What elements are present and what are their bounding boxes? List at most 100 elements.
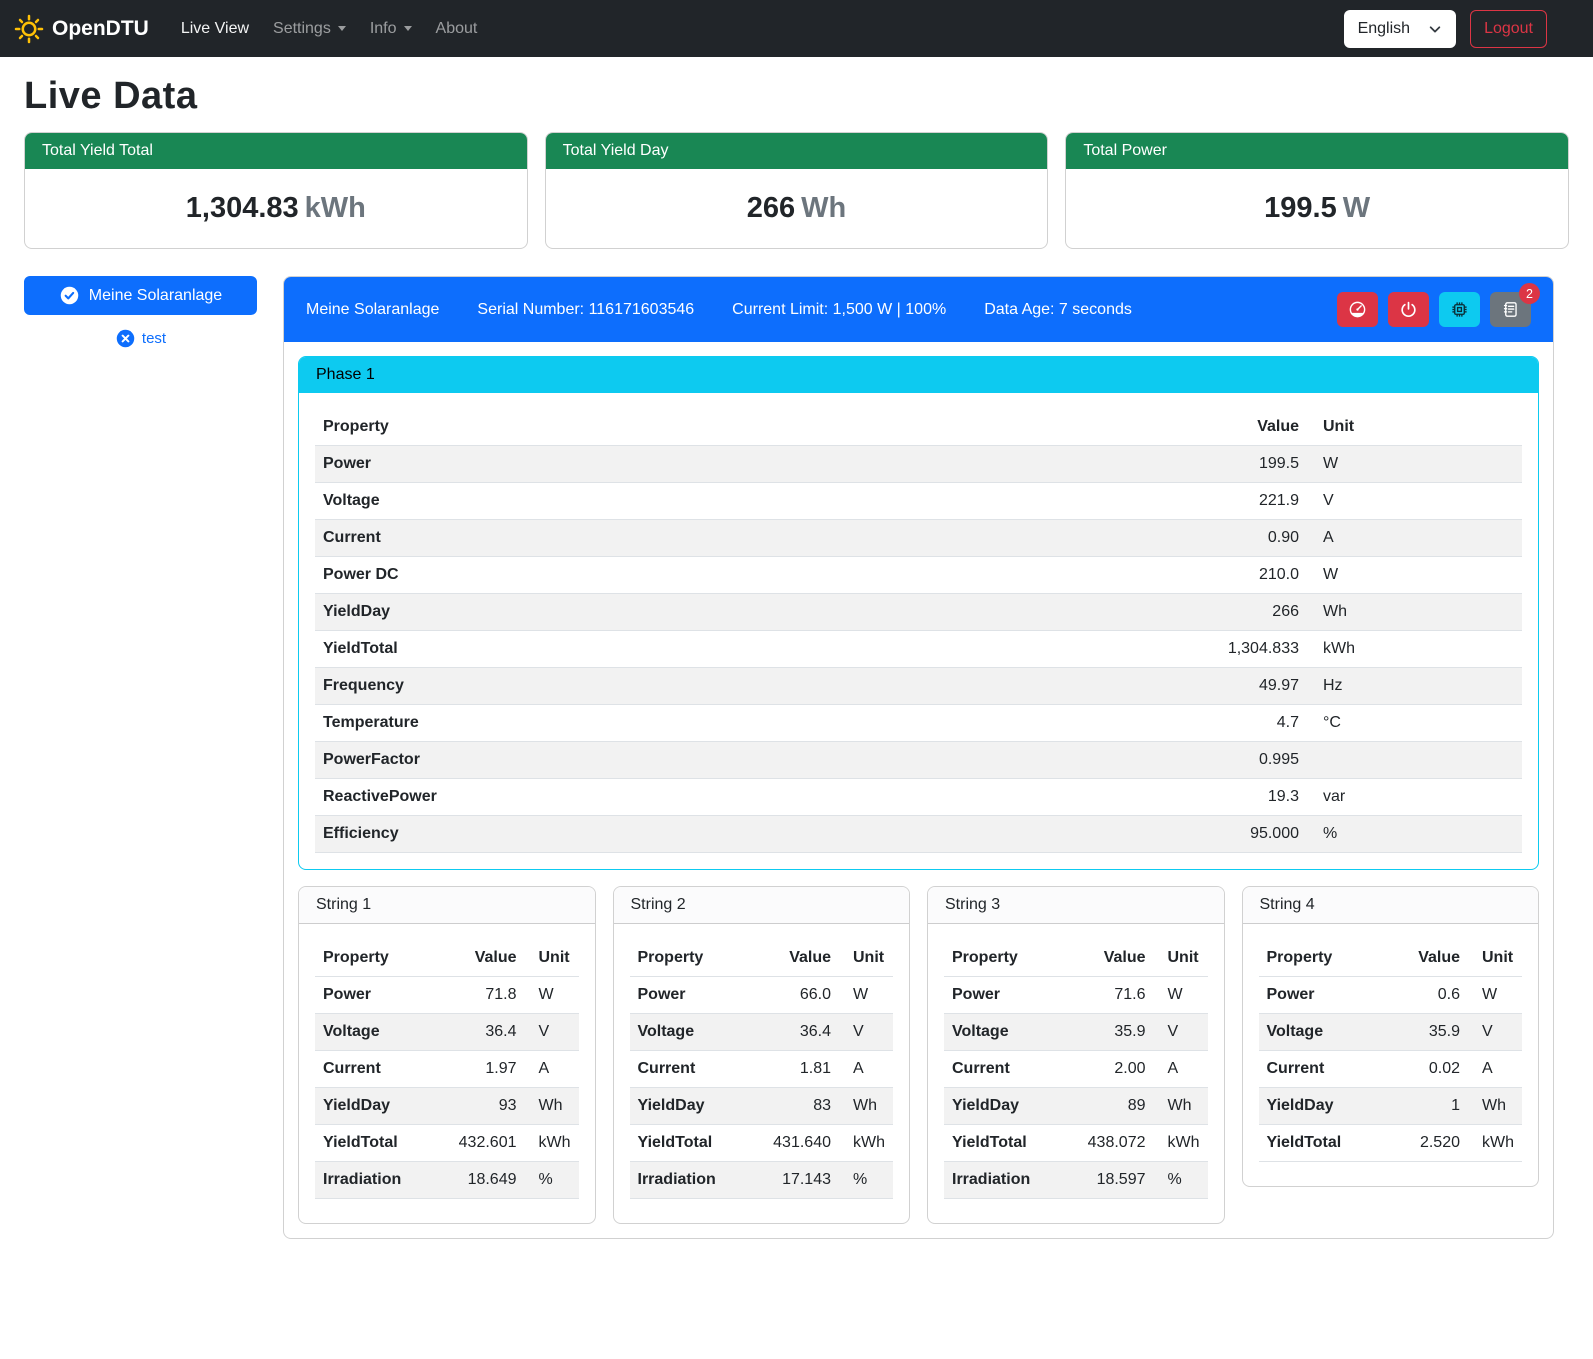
- property-cell: Current: [630, 1051, 754, 1088]
- value-cell: 35.9: [1382, 1014, 1468, 1051]
- column-property: Property: [1259, 940, 1383, 977]
- unit-cell: Wh: [1154, 1088, 1208, 1125]
- table-header-row: Property Value Unit: [315, 940, 579, 977]
- limit-settings-button[interactable]: [1337, 292, 1378, 327]
- journal-text-icon: [1501, 300, 1520, 319]
- value-cell: 17.143: [753, 1162, 839, 1199]
- string-panel-title: String 4: [1243, 887, 1539, 924]
- card-value: 1,304.83: [186, 192, 299, 224]
- unit-cell: W: [1307, 557, 1522, 594]
- value-cell: 66.0: [753, 977, 839, 1014]
- inverter-panel: Meine Solaranlage Serial Number: 1161716…: [283, 276, 1554, 1239]
- table-row: Power DC210.0W: [315, 557, 1522, 594]
- property-cell: Temperature: [315, 705, 1187, 742]
- nav-item-live-view[interactable]: Live View: [173, 12, 257, 46]
- table-row: Frequency49.97Hz: [315, 668, 1522, 705]
- nav-item-info[interactable]: Info: [362, 12, 420, 46]
- unit-cell: W: [1307, 446, 1522, 483]
- property-cell: Voltage: [944, 1014, 1068, 1051]
- property-cell: Power: [315, 446, 1187, 483]
- unit-cell: Wh: [839, 1088, 893, 1125]
- string-table: Property Value Unit Power71.6WVoltage35.…: [944, 940, 1208, 1199]
- nav-item-settings[interactable]: Settings: [265, 12, 354, 46]
- phase-panel-title: Phase 1: [299, 357, 1538, 393]
- table-row: Power71.6W: [944, 977, 1208, 1014]
- table-row: Power71.8W: [315, 977, 579, 1014]
- language-select[interactable]: English: [1344, 10, 1456, 48]
- table-header-row: Property Value Unit: [315, 409, 1522, 446]
- inverter-panel-header: Meine Solaranlage Serial Number: 1161716…: [284, 277, 1553, 342]
- x-circle-icon: [115, 328, 136, 349]
- value-cell: 18.597: [1068, 1162, 1154, 1199]
- phase-table: Property Value Unit Power199.5WVoltage22…: [315, 409, 1522, 853]
- value-cell: 36.4: [753, 1014, 839, 1051]
- device-info-button[interactable]: [1439, 292, 1480, 327]
- property-cell: ReactivePower: [315, 779, 1187, 816]
- table-row: Voltage35.9V: [944, 1014, 1208, 1051]
- value-cell: 438.072: [1068, 1125, 1154, 1162]
- column-property: Property: [630, 940, 754, 977]
- property-cell: Irradiation: [630, 1162, 754, 1199]
- brand-label: OpenDTU: [52, 17, 149, 41]
- table-header-row: Property Value Unit: [1259, 940, 1523, 977]
- string-table: Property Value Unit Power71.8WVoltage36.…: [315, 940, 579, 1199]
- value-cell: 35.9: [1068, 1014, 1154, 1051]
- property-cell: Voltage: [315, 483, 1187, 520]
- card-unit: kWh: [305, 192, 366, 224]
- unit-cell: Wh: [1307, 594, 1522, 631]
- table-row: YieldTotal2.520kWh: [1259, 1125, 1523, 1162]
- table-row: Efficiency95.000%: [315, 816, 1522, 853]
- logout-button[interactable]: Logout: [1470, 10, 1547, 48]
- unit-cell: var: [1307, 779, 1522, 816]
- unit-cell: W: [525, 977, 579, 1014]
- table-row: Current0.02A: [1259, 1051, 1523, 1088]
- unit-cell: Wh: [525, 1088, 579, 1125]
- inverter-selected-button[interactable]: Meine Solaranlage: [24, 276, 257, 315]
- power-button[interactable]: [1388, 292, 1429, 327]
- table-row: YieldTotal432.601kWh: [315, 1125, 579, 1162]
- value-cell: 71.8: [439, 977, 525, 1014]
- brand[interactable]: OpenDTU: [14, 14, 149, 44]
- cpu-icon: [1450, 300, 1469, 319]
- inverter-other-item[interactable]: test: [24, 328, 257, 349]
- inverter-data-age: Data Age: 7 seconds: [984, 301, 1132, 319]
- card-title: Total Power: [1066, 133, 1568, 169]
- unit-cell: [1307, 742, 1522, 779]
- card-value-row: 199.5W: [1066, 169, 1568, 248]
- value-cell: 0.90: [1187, 520, 1307, 557]
- property-cell: Power: [315, 977, 439, 1014]
- event-log-button[interactable]: 2: [1490, 292, 1531, 327]
- property-cell: Irradiation: [315, 1162, 439, 1199]
- value-cell: 266: [1187, 594, 1307, 631]
- unit-cell: kWh: [839, 1125, 893, 1162]
- strings-row: String 1 Property Value Unit Power71.8WV…: [298, 886, 1539, 1224]
- total-yield-total-card: Total Yield Total 1,304.83kWh: [24, 132, 528, 249]
- unit-cell: %: [525, 1162, 579, 1199]
- string-panel-title: String 1: [299, 887, 595, 924]
- property-cell: Power: [1259, 977, 1383, 1014]
- nav-item-label: About: [436, 20, 478, 38]
- property-cell: YieldDay: [1259, 1088, 1383, 1125]
- string-panel-title: String 2: [614, 887, 910, 924]
- nav-item-about[interactable]: About: [428, 12, 486, 46]
- table-row: YieldTotal1,304.833kWh: [315, 631, 1522, 668]
- card-title: Total Yield Total: [25, 133, 527, 169]
- property-cell: Current: [944, 1051, 1068, 1088]
- unit-cell: A: [1468, 1051, 1522, 1088]
- value-cell: 93: [439, 1088, 525, 1125]
- unit-cell: A: [839, 1051, 893, 1088]
- chevron-down-icon: [1428, 22, 1442, 36]
- card-value-row: 1,304.83kWh: [25, 169, 527, 248]
- unit-cell: A: [1307, 520, 1522, 557]
- property-cell: Voltage: [630, 1014, 754, 1051]
- property-cell: YieldDay: [630, 1088, 754, 1125]
- inverter-limit: Current Limit: 1,500 W | 100%: [732, 301, 946, 319]
- unit-cell: %: [1307, 816, 1522, 853]
- column-unit: Unit: [1307, 409, 1522, 446]
- string-table: Property Value Unit Power66.0WVoltage36.…: [630, 940, 894, 1199]
- string-table: Property Value Unit Power0.6WVoltage35.9…: [1259, 940, 1523, 1162]
- unit-cell: %: [1154, 1162, 1208, 1199]
- unit-cell: V: [525, 1014, 579, 1051]
- property-cell: Power: [944, 977, 1068, 1014]
- table-row: YieldDay266Wh: [315, 594, 1522, 631]
